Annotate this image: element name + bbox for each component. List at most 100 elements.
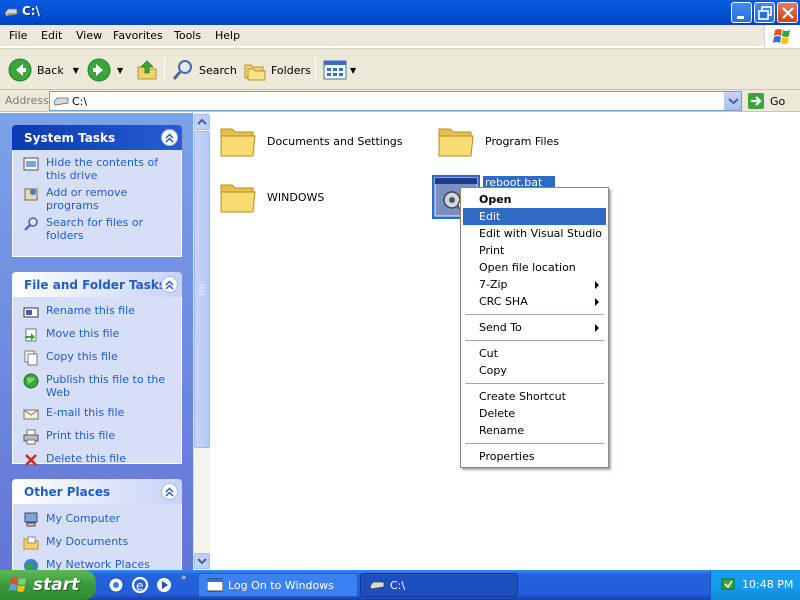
menu-item-create-shortcut[interactable]: Create Shortcut <box>463 388 606 405</box>
task-pane: System Tasks Hide the contents of this d… <box>0 113 193 570</box>
scroll-down-button[interactable] <box>194 553 210 569</box>
menu-edit[interactable]: Edit <box>41 29 62 42</box>
task-print[interactable]: Print this file <box>23 429 173 445</box>
search-icon <box>24 217 38 231</box>
folder-name: Program Files <box>485 134 560 148</box>
file-folder-tasks-header[interactable]: File and Folder Tasks <box>12 272 182 297</box>
go-button[interactable]: Go <box>747 92 785 110</box>
task-label: Publish this file to the Web <box>46 373 166 399</box>
other-places-panel: Other Places My Computer My Documents My… <box>12 479 182 570</box>
scroll-thumb[interactable] <box>194 131 210 448</box>
place-my-computer[interactable]: My Computer <box>23 512 173 528</box>
network-status-icon[interactable] <box>720 577 736 593</box>
go-label: Go <box>770 94 786 108</box>
minimize-icon <box>737 16 744 19</box>
menu-item-crc-sha[interactable]: CRC SHA <box>463 293 606 310</box>
taskbar-button-logon[interactable]: Log On to Windows <box>198 573 358 597</box>
search-button[interactable]: Search <box>171 55 237 85</box>
address-dropdown-button[interactable] <box>724 92 741 110</box>
back-dropdown-icon[interactable]: ▼ <box>73 66 79 75</box>
forward-dropdown-icon[interactable]: ▼ <box>117 66 123 75</box>
quicklaunch-desktop-icon[interactable] <box>107 576 125 594</box>
clock[interactable]: 10:48 PM <box>742 578 793 591</box>
menu-item-cut[interactable]: Cut <box>463 345 606 362</box>
close-icon <box>782 7 794 19</box>
quicklaunch-overflow-icon[interactable]: » <box>181 573 187 583</box>
my-computer-icon <box>24 512 38 527</box>
search-icon <box>172 60 192 80</box>
other-places-header[interactable]: Other Places <box>12 479 182 504</box>
taskbar-button-c-drive[interactable]: C:\ <box>360 573 518 597</box>
folder-name: WINDOWS <box>267 190 325 204</box>
collapse-icon[interactable] <box>161 276 178 293</box>
place-label: My Computer <box>46 512 121 525</box>
file-folder-tasks-panel: File and Folder Tasks Rename this file M… <box>12 272 182 466</box>
folder-item[interactable]: WINDOWS <box>219 179 324 215</box>
menu-item-properties[interactable]: Properties <box>463 448 606 465</box>
title-bar[interactable]: C:\ <box>0 0 800 25</box>
task-delete[interactable]: Delete this file <box>23 452 173 468</box>
collapse-icon[interactable] <box>161 129 178 146</box>
task-add-remove-programs[interactable]: Add or remove programs <box>23 186 173 212</box>
place-my-documents[interactable]: My Documents <box>23 535 173 551</box>
system-tasks-header[interactable]: System Tasks <box>12 125 182 150</box>
task-hide-contents[interactable]: Hide the contents of this drive <box>23 156 173 182</box>
forward-button[interactable]: ▼ <box>87 55 123 85</box>
menu-item-rename[interactable]: Rename <box>463 422 606 439</box>
maximize-button[interactable] <box>754 2 775 23</box>
collapse-icon[interactable] <box>161 483 178 500</box>
email-icon <box>23 409 39 420</box>
menu-item-edit[interactable]: Edit <box>463 208 606 225</box>
minimize-button[interactable] <box>731 2 752 23</box>
menu-help[interactable]: Help <box>215 29 240 42</box>
chevron-down-icon <box>728 98 739 105</box>
menu-item-label: CRC SHA <box>479 295 528 308</box>
up-folder-button[interactable] <box>136 55 158 85</box>
views-dropdown-icon[interactable]: ▼ <box>350 66 356 75</box>
internet-explorer-icon[interactable]: e <box>131 576 149 594</box>
task-label: Delete this file <box>46 452 126 465</box>
menu-separator <box>465 443 604 444</box>
print-icon <box>23 429 39 445</box>
folders-button[interactable]: Folders <box>243 55 311 85</box>
scroll-up-button[interactable] <box>194 114 210 130</box>
menu-item-copy[interactable]: Copy <box>463 362 606 379</box>
task-email[interactable]: E-mail this file <box>23 406 173 422</box>
back-button[interactable]: Back ▼ <box>8 55 79 85</box>
menu-item-7zip[interactable]: 7-Zip <box>463 276 606 293</box>
menu-item-edit-visual-studio[interactable]: Edit with Visual Studio <box>463 225 606 242</box>
menu-favorites[interactable]: Favorites <box>113 29 163 42</box>
menu-item-send-to[interactable]: Send To <box>463 319 606 336</box>
menu-item-delete[interactable]: Delete <box>463 405 606 422</box>
menu-item-open-location[interactable]: Open file location <box>463 259 606 276</box>
views-button[interactable]: ▼ <box>323 55 356 85</box>
menu-item-open[interactable]: Open <box>463 191 606 208</box>
place-network-places[interactable]: My Network Places <box>23 558 173 570</box>
up-folder-icon <box>137 60 157 80</box>
address-input[interactable]: C:\ <box>49 91 742 111</box>
task-search[interactable]: Search for files or folders <box>23 216 173 242</box>
drive-icon <box>4 8 18 17</box>
task-label: Add or remove programs <box>46 186 128 212</box>
menu-file[interactable]: File <box>9 29 27 42</box>
task-move[interactable]: Move this file <box>23 327 173 343</box>
folder-item[interactable]: Program Files <box>437 123 559 159</box>
task-rename[interactable]: Rename this file <box>23 304 173 320</box>
copy-icon <box>24 350 38 366</box>
menu-tools[interactable]: Tools <box>174 29 201 42</box>
submenu-arrow-icon <box>595 298 599 306</box>
task-copy[interactable]: Copy this file <box>23 350 173 366</box>
toolbar-separator <box>315 57 316 83</box>
media-player-icon[interactable] <box>155 576 173 594</box>
folder-item[interactable]: Documents and Settings <box>219 123 403 159</box>
menu-item-print[interactable]: Print <box>463 242 606 259</box>
windows-flag-icon <box>773 29 790 44</box>
start-button[interactable]: start <box>0 570 96 600</box>
task-label: Hide the contents of this drive <box>46 156 159 182</box>
task-label: Search for files or folders <box>46 216 144 242</box>
vertical-scrollbar[interactable] <box>193 113 210 570</box>
menu-view[interactable]: View <box>76 29 102 42</box>
close-button[interactable] <box>777 2 798 23</box>
folders-label: Folders <box>271 63 311 77</box>
task-publish-web[interactable]: Publish this file to the Web <box>23 373 173 399</box>
